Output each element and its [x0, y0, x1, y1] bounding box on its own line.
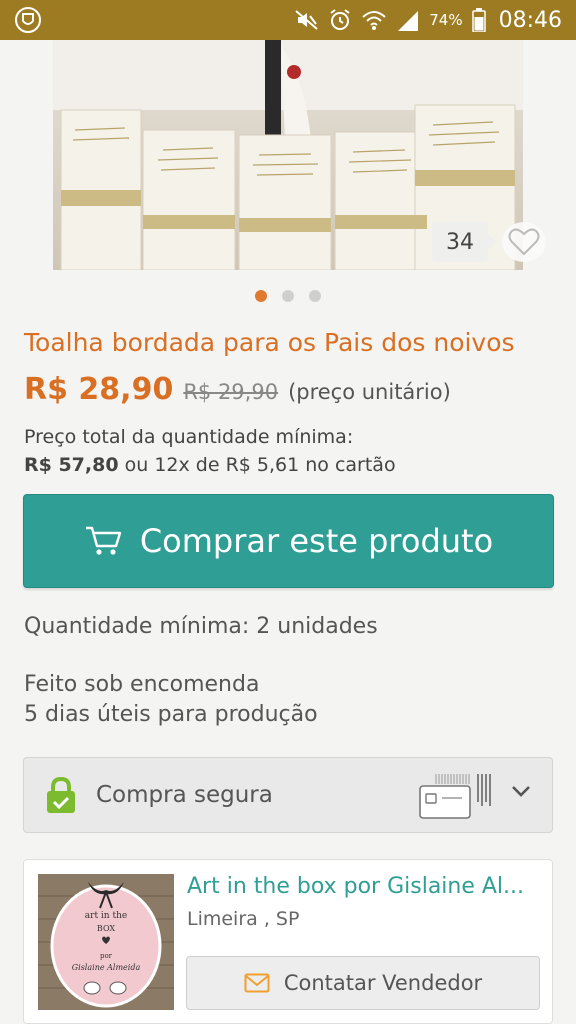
- clock: 08:46: [498, 7, 562, 33]
- contact-seller-label: Contatar Vendedor: [283, 971, 483, 995]
- gallery-dot-3[interactable]: [309, 290, 321, 302]
- seller-logo-text-2: BOX: [97, 924, 115, 933]
- battery-percent: 74%: [429, 11, 463, 29]
- seller-logo-text-1: art in the: [85, 911, 127, 921]
- mute-icon: [295, 10, 318, 30]
- app-badge-icon: [15, 7, 41, 33]
- seller-card: art in the BOX por Gislaine Almeida Art …: [23, 859, 553, 1024]
- total-price: R$ 57,80: [24, 454, 119, 476]
- chevron-down-icon[interactable]: [510, 784, 532, 798]
- lock-icon: [47, 776, 75, 813]
- contact-seller-button[interactable]: Contatar Vendedor: [186, 956, 540, 1010]
- cart-icon: [85, 526, 122, 555]
- minimum-quantity: Quantidade mínima: 2 unidades: [24, 614, 378, 639]
- heart-icon: [508, 228, 540, 256]
- current-price: R$ 28,90: [24, 372, 174, 407]
- total-price-label: Preço total da quantidade mínima:: [24, 426, 354, 448]
- seller-name-link[interactable]: Art in the box por Gislaine Al...: [187, 874, 547, 899]
- seller-logo-image: art in the BOX por Gislaine Almeida: [38, 874, 174, 1010]
- payment-card-icon: [419, 774, 491, 819]
- seller-logo-text-3: por: [100, 952, 113, 960]
- price-line: R$ 28,90 R$ 29,90 (preço unitário): [24, 372, 451, 407]
- secure-purchase-panel[interactable]: Compra segura: [23, 757, 553, 833]
- production-time: 5 dias úteis para produção: [24, 702, 318, 727]
- status-bar: 74% 08:46: [0, 0, 576, 40]
- total-price-line: R$ 57,80 ou 12x de R$ 5,61 no cartão: [24, 454, 396, 476]
- made-to-order: Feito sob encomenda: [24, 672, 260, 697]
- buy-button[interactable]: Comprar este produto: [23, 494, 554, 588]
- unit-price-note: (preço unitário): [288, 380, 451, 404]
- mail-icon: [244, 973, 270, 993]
- alarm-icon: [330, 9, 350, 30]
- gallery-pagination: [0, 290, 576, 302]
- seller-location: Limeira , SP: [187, 908, 300, 930]
- favorite-button[interactable]: [502, 222, 546, 262]
- signal-icon: [398, 11, 419, 31]
- seller-logo-text-4: Gislaine Almeida: [72, 963, 141, 972]
- gallery-dot-2[interactable]: [282, 290, 294, 302]
- seller-logo[interactable]: art in the BOX por Gislaine Almeida: [38, 874, 174, 1010]
- gallery-dot-1[interactable]: [255, 290, 267, 302]
- battery-icon: [471, 8, 486, 32]
- buy-button-label: Comprar este produto: [139, 522, 494, 560]
- app-screen: 74% 08:46 34 Toalha bordada para os Pais…: [0, 0, 576, 1024]
- secure-purchase-label: Compra segura: [96, 782, 273, 808]
- wifi-icon: [362, 11, 386, 30]
- product-title: Toalha bordada para os Pais dos noivos: [24, 328, 515, 357]
- installments-text: ou 12x de R$ 5,61 no cartão: [124, 454, 396, 476]
- likes-count: 34: [432, 222, 496, 262]
- old-price: R$ 29,90: [183, 380, 279, 404]
- system-icons: 74% 08:46: [295, 0, 576, 40]
